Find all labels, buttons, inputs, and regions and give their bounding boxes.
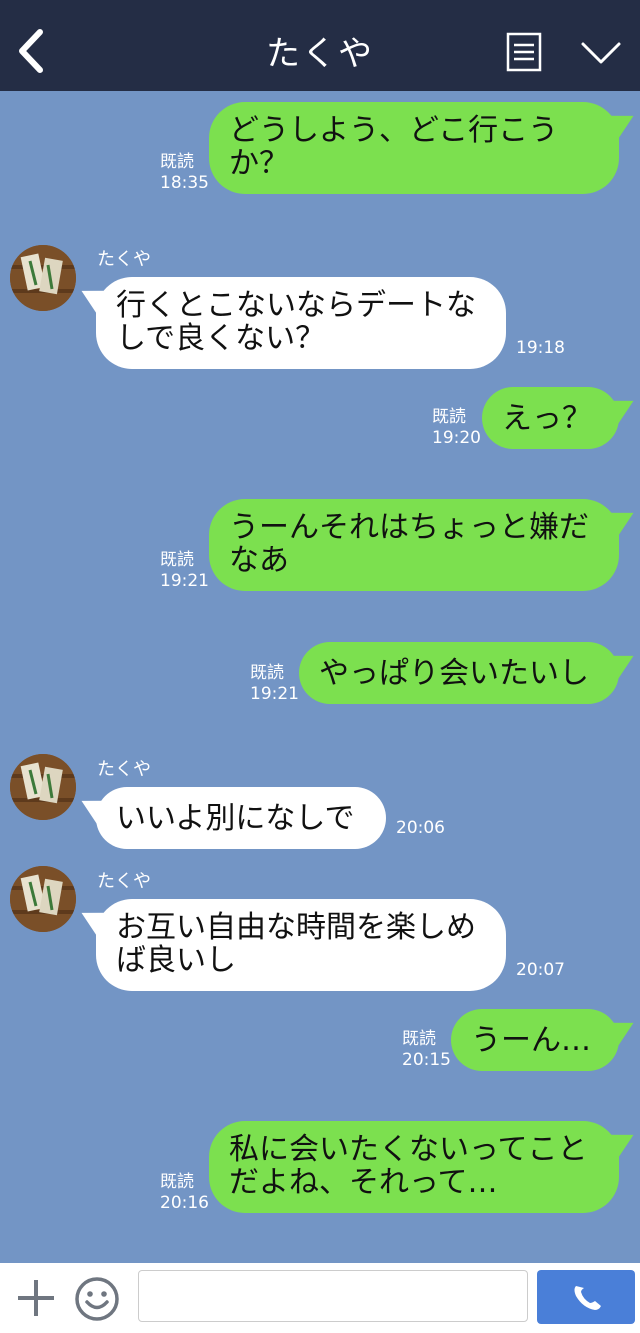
read-receipt: 既読 — [432, 407, 466, 427]
read-receipt: 既読 — [250, 663, 284, 683]
input-bar — [0, 1263, 640, 1333]
phone-icon — [574, 1286, 601, 1310]
message-time: 20:06 — [396, 818, 445, 838]
message-time: 19:21 — [160, 571, 209, 591]
message-meta: 既読 19:20 — [432, 407, 481, 449]
chat-header: たくや — [0, 0, 640, 91]
message-bubble-outgoing[interactable]: えっ？ — [482, 387, 619, 449]
read-receipt: 既読 — [402, 1029, 436, 1049]
chat-title: たくや — [266, 34, 374, 74]
message-time: 19:18 — [516, 338, 565, 358]
message-meta: 既読 20:15 — [402, 1029, 451, 1071]
message-time: 20:16 — [160, 1193, 209, 1213]
message-meta: 既読 19:21 — [250, 663, 299, 705]
smile-icon[interactable] — [74, 1276, 120, 1322]
message-time: 20:15 — [402, 1050, 451, 1070]
call-button[interactable] — [537, 1270, 635, 1324]
sender-name: たくや — [97, 871, 151, 892]
message-bubble-incoming[interactable]: 行くとこないならデートなしで良くない？ — [96, 277, 506, 369]
read-receipt: 既読 — [160, 550, 194, 570]
sender-name: たくや — [97, 249, 151, 270]
avatar[interactable] — [10, 245, 76, 311]
read-receipt: 既読 — [160, 1172, 194, 1192]
read-receipt: 既読 — [160, 152, 194, 172]
message-bubble-outgoing[interactable]: やっぱり会いたいし — [299, 642, 619, 704]
avatar[interactable] — [10, 866, 76, 932]
message-bubble-outgoing[interactable]: どうしよう、どこ行こうか？ — [209, 102, 619, 194]
message-bubble-incoming[interactable]: お互い自由な時間を楽しめば良いし — [96, 899, 506, 991]
message-meta: 既読 18:35 — [160, 152, 209, 194]
message-meta: 既読 19:21 — [160, 550, 209, 592]
avatar-image — [10, 866, 76, 932]
avatar[interactable] — [10, 754, 76, 820]
chat-area[interactable]: 既読 18:35 どうしよう、どこ行こうか？ たくや 行くとこないならデートなし… — [0, 91, 640, 1263]
message-input[interactable] — [138, 1270, 528, 1322]
message-bubble-incoming[interactable]: いいよ別になしで — [96, 787, 386, 849]
message-bubble-outgoing[interactable]: うーんそれはちょっと嫌だなあ — [209, 499, 619, 591]
sender-name: たくや — [97, 759, 151, 780]
message-bubble-outgoing[interactable]: うーん… — [451, 1009, 619, 1071]
notes-icon[interactable] — [506, 32, 542, 72]
chevron-down-icon[interactable] — [580, 38, 622, 68]
avatar-image — [10, 754, 76, 820]
message-meta: 既読 20:16 — [160, 1172, 209, 1214]
avatar-image — [10, 245, 76, 311]
message-time: 19:21 — [250, 684, 299, 704]
plus-icon[interactable] — [16, 1278, 56, 1318]
message-bubble-outgoing[interactable]: 私に会いたくないってことだよね、それって… — [209, 1121, 619, 1213]
message-time: 19:20 — [432, 428, 481, 448]
message-time: 20:07 — [516, 960, 565, 980]
message-time: 18:35 — [160, 173, 209, 193]
